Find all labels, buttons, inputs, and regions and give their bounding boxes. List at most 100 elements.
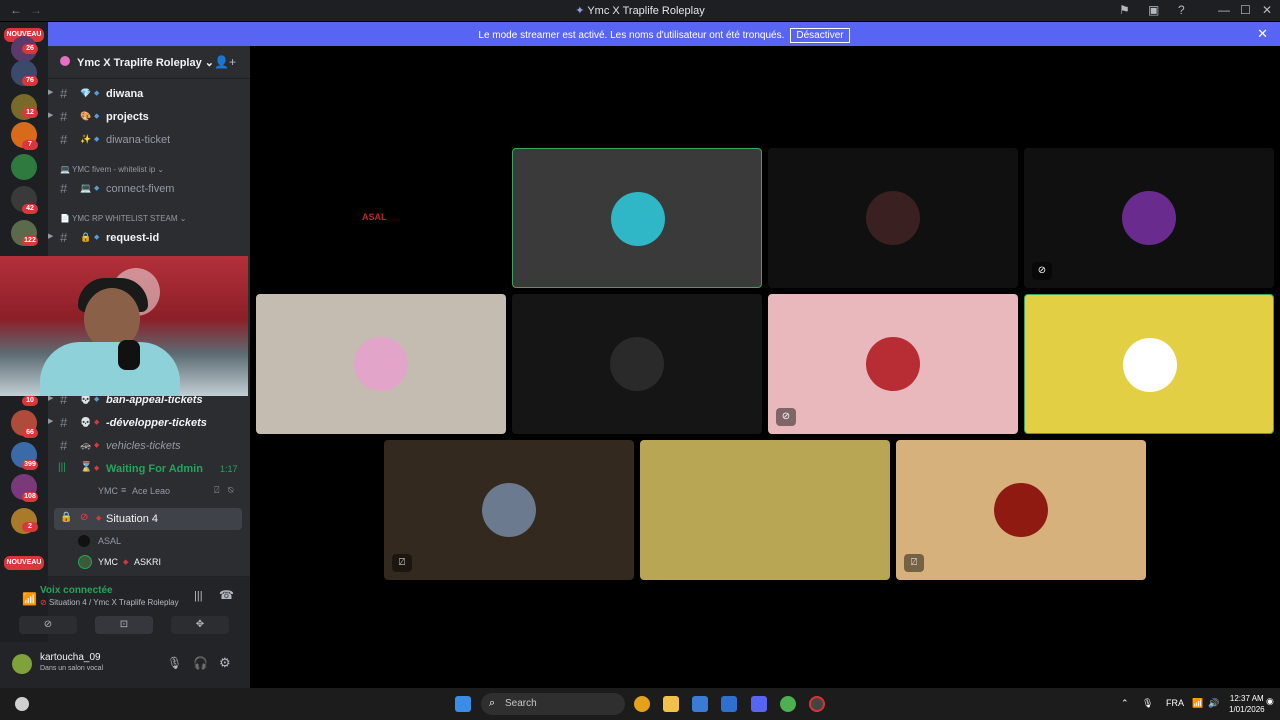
video-tile[interactable] bbox=[512, 148, 762, 288]
video-tile[interactable]: ⍁ bbox=[384, 440, 634, 580]
laptop-icon: 💻 bbox=[60, 165, 70, 174]
volume-icon[interactable]: 🔊 bbox=[1208, 698, 1219, 709]
invite-people-icon[interactable]: 👤+ bbox=[214, 55, 236, 69]
category-whitelist-ip[interactable]: 💻 YMC fivem - whitelist ip ⌄ bbox=[60, 165, 164, 174]
user-avatar[interactable] bbox=[12, 654, 32, 674]
settings-gear-icon[interactable]: ⚙ bbox=[219, 655, 231, 671]
video-tile[interactable] bbox=[640, 440, 890, 580]
close-window-icon[interactable]: ✕ bbox=[1262, 3, 1272, 17]
disable-streamer-button[interactable]: Désactiver bbox=[790, 28, 850, 43]
signal-icon[interactable]: 📶 bbox=[22, 592, 37, 606]
voice-channel-situation[interactable]: 🔒 ⊘ ◆ Situation 4 bbox=[54, 508, 242, 530]
channel-vehicles[interactable]: # 🚓 ◆ vehicles-tickets bbox=[48, 436, 250, 456]
category-name: YMC RP WHITELIST STEAM bbox=[72, 214, 178, 223]
chrome-icon[interactable] bbox=[634, 696, 650, 712]
video-tile[interactable]: ⍁ bbox=[896, 440, 1146, 580]
avatar bbox=[610, 337, 664, 391]
video-tile[interactable]: ⊘ bbox=[768, 294, 1018, 434]
tray-chevron-icon[interactable]: ⌃ bbox=[1121, 698, 1129, 709]
channel-name: diwana-ticket bbox=[106, 134, 171, 146]
voice-location: ⊘ Situation 4 / Ymc X Traplife Roleplay bbox=[40, 598, 179, 607]
notification-icon[interactable]: ◉ bbox=[1266, 696, 1274, 707]
server-icon[interactable] bbox=[11, 154, 37, 180]
channel-connect-fivem[interactable]: # 💻 ◆ connect-fivem bbox=[48, 179, 250, 199]
tray-mic-icon[interactable]: 🎙 bbox=[1142, 698, 1153, 709]
document-icon: 📄 bbox=[60, 214, 70, 223]
channel-developper[interactable]: ▶ # 💀 ◆ -développer-tickets bbox=[48, 413, 250, 433]
category-whitelist-steam[interactable]: 📄 YMC RP WHITELIST STEAM ⌄ bbox=[60, 214, 186, 223]
help-icon[interactable]: ? bbox=[1178, 3, 1185, 17]
banner-text-row: Le mode streamer est activé. Les noms d'… bbox=[48, 28, 1280, 43]
server-badge: 7 bbox=[22, 140, 38, 150]
guild-icon bbox=[60, 56, 70, 66]
headphones-icon[interactable]: 🎧 bbox=[193, 656, 208, 670]
server-badge: 2 bbox=[22, 522, 38, 532]
banner-close-icon[interactable]: ✕ bbox=[1257, 26, 1268, 42]
video-tile[interactable] bbox=[256, 294, 506, 434]
inbox-icon[interactable]: ⚑ bbox=[1119, 3, 1130, 17]
os-taskbar: ⌕ Search ⌃ 🎙 FRA 📶 🔊 12:37 AM 1/01/2026 … bbox=[0, 688, 1280, 720]
diamond-icon: ◆ bbox=[94, 185, 100, 192]
guild-name: Ymc X Traplife Roleplay ⌄ bbox=[77, 56, 214, 69]
avatar bbox=[354, 337, 408, 391]
video-tile[interactable]: ⊘ bbox=[1024, 148, 1274, 288]
video-tile[interactable]: ASAL bbox=[256, 148, 506, 288]
mic-muted-icon: ⍁ bbox=[214, 485, 220, 495]
chrome-profile-icon[interactable] bbox=[780, 696, 796, 712]
channel-diwana[interactable]: ▶ # 💎 ◆ diwana bbox=[48, 84, 250, 104]
voice-user-row[interactable]: ASAL bbox=[48, 531, 250, 551]
app-icon[interactable] bbox=[809, 696, 825, 712]
video-tile[interactable] bbox=[768, 148, 1018, 288]
camera-off-button[interactable]: ⊘ bbox=[19, 616, 77, 634]
widgets-icon[interactable] bbox=[15, 697, 29, 711]
guild-header[interactable]: Ymc X Traplife Roleplay ⌄ 👤+ bbox=[48, 46, 250, 79]
disconnect-icon[interactable]: ☎ bbox=[219, 588, 234, 602]
screen-icon[interactable]: ▣ bbox=[1148, 3, 1159, 17]
server-badge: 122 bbox=[22, 236, 38, 246]
voice-user-row[interactable]: YMC ◆ ASKRI bbox=[48, 552, 250, 572]
deafened-icon: ⍉ bbox=[228, 485, 234, 495]
noise-suppression-icon[interactable]: ||| bbox=[194, 590, 203, 602]
guild-name-text: Ymc X Traplife Roleplay bbox=[77, 57, 202, 69]
server-badge: 66 bbox=[22, 428, 38, 438]
wifi-icon[interactable]: 📶 bbox=[1192, 698, 1203, 709]
user-name[interactable]: kartoucha_09 bbox=[40, 652, 101, 663]
voice-status[interactable]: Voix connectée bbox=[40, 585, 113, 596]
maximize-icon[interactable]: ☐ bbox=[1240, 3, 1251, 17]
language-indicator[interactable]: FRA bbox=[1166, 698, 1184, 708]
no-entry-icon: ⊘ bbox=[40, 598, 47, 607]
discord-icon[interactable] bbox=[751, 696, 767, 712]
channel-request-id[interactable]: ▶ # 🔒 ◆ request-id bbox=[48, 228, 250, 248]
voice-location-text: Situation 4 / Ymc X Traplife Roleplay bbox=[48, 598, 179, 607]
microphone-icon[interactable]: 🎙 bbox=[167, 656, 182, 670]
activities-button[interactable]: ✥ bbox=[171, 616, 229, 634]
search-placeholder: Search bbox=[505, 698, 537, 709]
avatar bbox=[1123, 338, 1177, 392]
windows-start-icon[interactable] bbox=[455, 696, 471, 712]
diamond-icon: ◆ bbox=[94, 234, 100, 241]
video-tile[interactable] bbox=[1024, 294, 1274, 434]
channel-projects[interactable]: ▶ # 🎨 ◆ projects bbox=[48, 107, 250, 127]
avatar bbox=[755, 500, 775, 520]
store-icon[interactable] bbox=[692, 696, 708, 712]
avatar bbox=[1122, 191, 1176, 245]
minimize-icon[interactable]: — bbox=[1218, 3, 1230, 17]
channel-diwana-ticket[interactable]: # ✨ ◆ diwana-ticket bbox=[48, 130, 250, 150]
screen-share-button[interactable]: ⊡ bbox=[95, 616, 153, 634]
hash-icon: # bbox=[60, 230, 68, 245]
outlook-icon[interactable] bbox=[721, 696, 737, 712]
arrow-icon: ▶ bbox=[48, 233, 54, 240]
voice-user-row[interactable]: YMC ≡ Ace Leao ⍁ ⍉ bbox=[48, 481, 250, 501]
voice-channel-name: Waiting For Admin bbox=[106, 463, 203, 475]
video-tile[interactable] bbox=[512, 294, 762, 434]
channel-name: connect-fivem bbox=[106, 183, 175, 195]
voice-channel-waiting[interactable]: ||| ⌛ ◆ Waiting For Admin 1:17 bbox=[48, 459, 250, 479]
taskbar-search[interactable]: ⌕ Search bbox=[481, 693, 625, 715]
video-stage: ASAL ⊘ ⊘ ⍁ ⍁ bbox=[250, 46, 1280, 688]
diamond-icon: ◆ bbox=[94, 90, 100, 97]
system-clock[interactable]: 12:37 AM 1/01/2026 bbox=[1229, 693, 1265, 715]
mic-off-icon: ⍁ bbox=[904, 554, 924, 572]
file-explorer-icon[interactable] bbox=[663, 696, 679, 712]
channel-name: projects bbox=[106, 111, 149, 123]
server-badge: 399 bbox=[22, 460, 38, 470]
